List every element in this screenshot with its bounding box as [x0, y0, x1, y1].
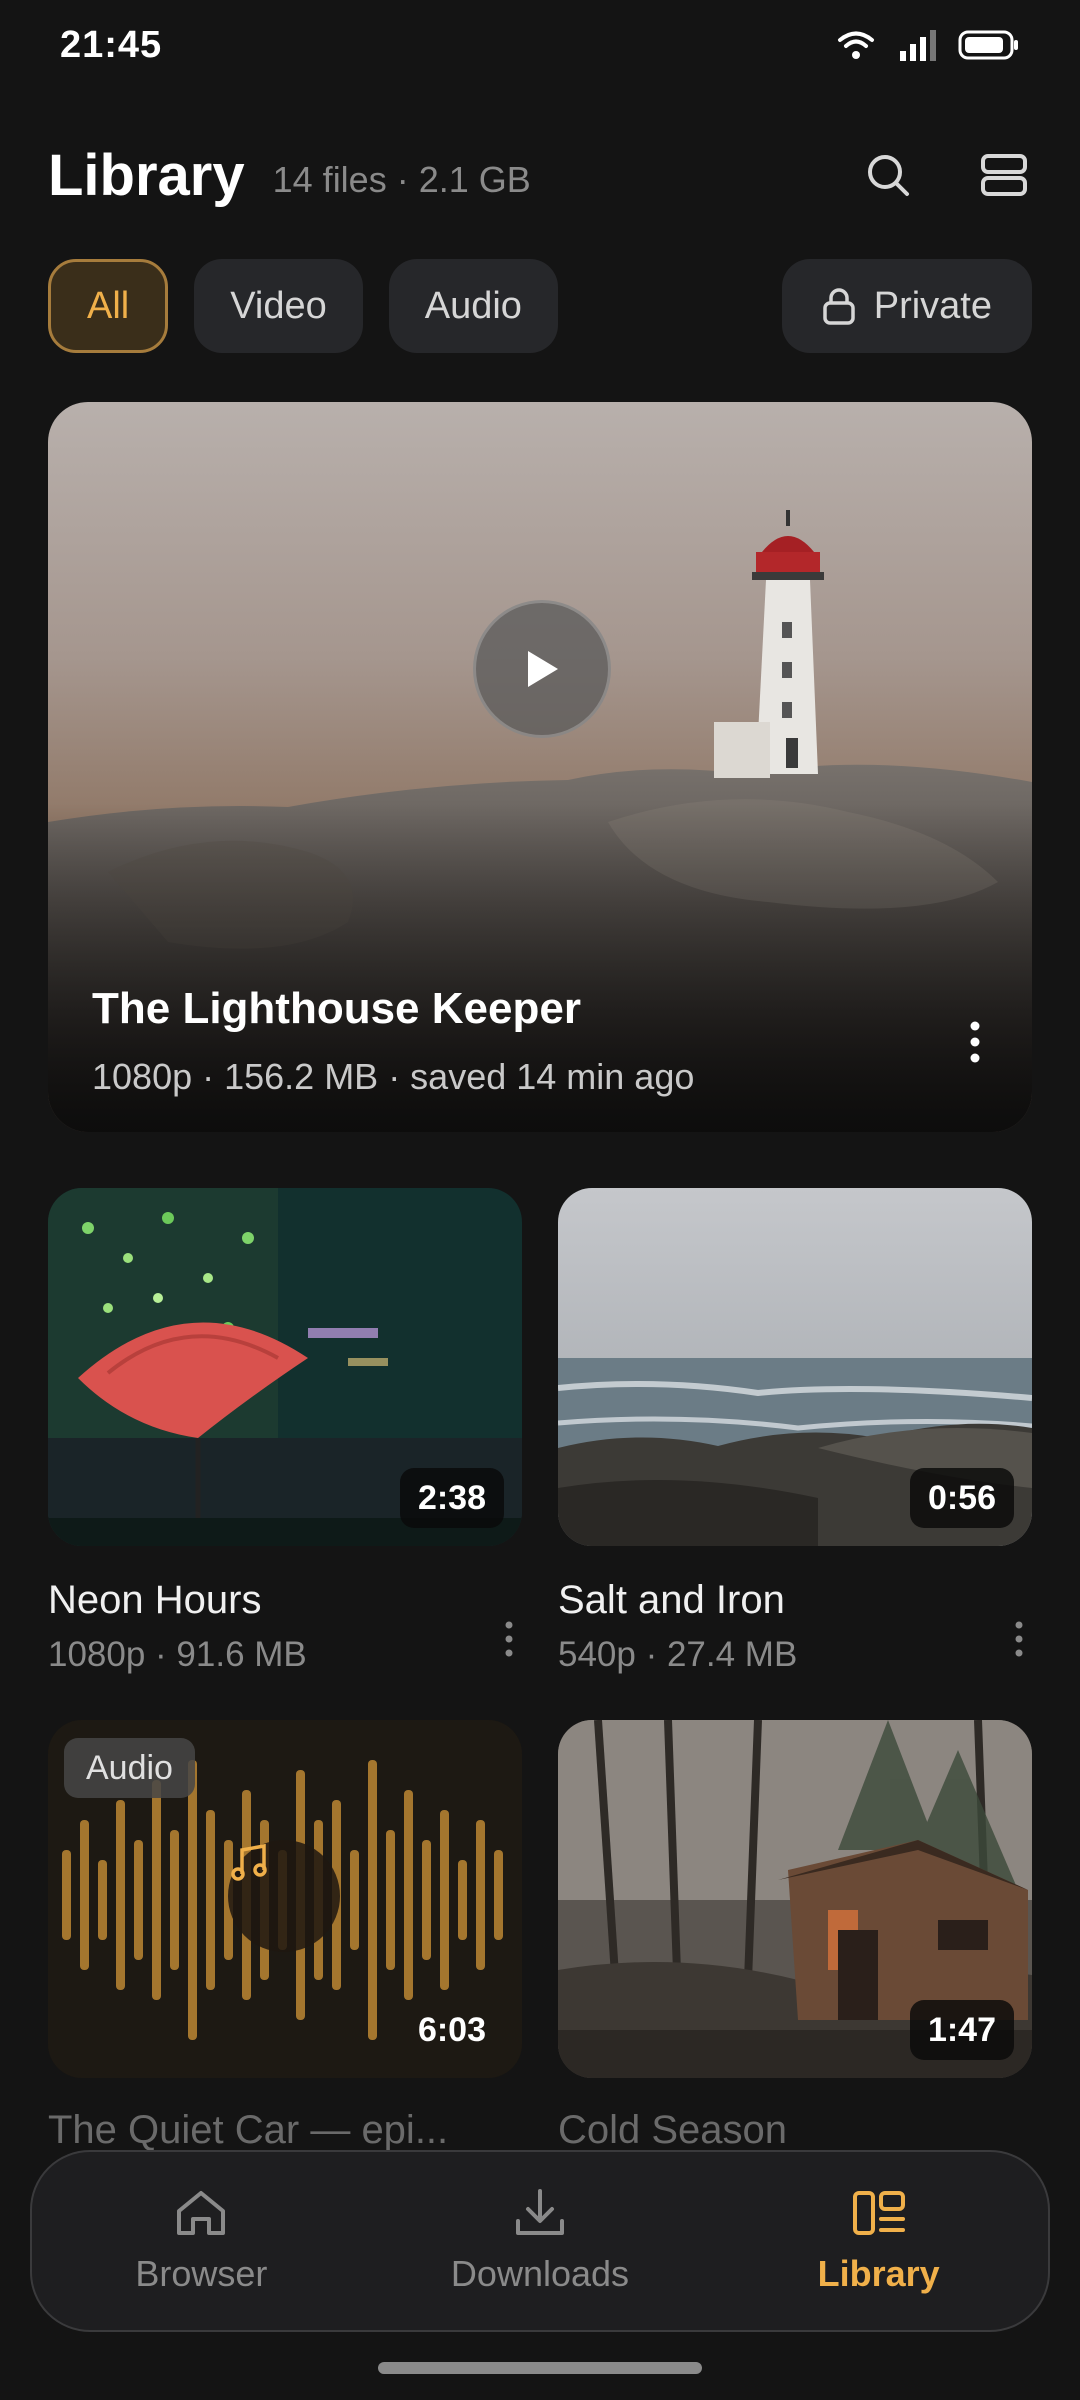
media-meta: 540p · 27.4 MB	[558, 1635, 798, 1674]
media-more-button[interactable]	[1014, 1620, 1024, 1663]
nav-browser[interactable]: Browser	[51, 2187, 351, 2295]
media-title: Neon Hours	[48, 1578, 262, 1622]
media-more-button[interactable]	[504, 1620, 514, 1663]
filter-chips: All Video Audio Private	[48, 258, 1032, 354]
featured-title: The Lighthouse Keeper	[92, 984, 581, 1033]
play-icon	[528, 651, 558, 687]
featured-card[interactable]: The Lighthouse Keeper 1080p · 156.2 MB ·…	[48, 402, 1032, 1132]
more-vertical-icon	[505, 1621, 513, 1657]
featured-more-button[interactable]	[968, 1020, 982, 1069]
music-note-badge	[228, 1840, 340, 1952]
page-title: Library	[48, 142, 245, 208]
play-button[interactable]	[473, 600, 611, 738]
duration-badge: 2:38	[399, 1468, 504, 1528]
home-indicator[interactable]	[378, 2362, 702, 2374]
music-note-icon	[231, 1843, 267, 1881]
nav-label: Library	[817, 2253, 940, 2294]
search-button[interactable]	[860, 147, 916, 203]
media-title: Cold Season	[558, 2108, 788, 2152]
signal-icon	[900, 30, 936, 61]
duration-badge: 6:03	[417, 2010, 486, 2049]
media-card[interactable]: 2:38 Neon Hours 1080p · 91.6 MB	[48, 1188, 522, 1675]
filter-all-chip[interactable]: All	[48, 259, 169, 353]
home-icon	[177, 2191, 226, 2235]
media-card[interactable]: 1:47	[558, 1720, 1032, 2078]
media-card[interactable]: 0:56 Salt and Iron 540p · 27.4 MB	[558, 1188, 1032, 1675]
status-time: 21:45	[60, 23, 163, 66]
status-bar: 21:45	[0, 0, 1080, 90]
media-thumbnail: 2:38	[48, 1188, 522, 1546]
media-title: The Quiet Car — epi...	[48, 2108, 449, 2152]
list-view-icon	[981, 154, 1027, 196]
header: Library 14 files · 2.1 GB	[48, 130, 1032, 220]
nav-library[interactable]: Library	[729, 2187, 1029, 2295]
media-card[interactable]: Audio 6:03	[48, 1720, 522, 2078]
more-vertical-icon	[1015, 1621, 1023, 1657]
filter-video-chip[interactable]: Video	[194, 259, 363, 353]
nav-downloads[interactable]: Downloads	[390, 2187, 690, 2295]
status-icons	[836, 29, 1020, 61]
private-label: Private	[873, 284, 992, 327]
nav-label: Downloads	[450, 2253, 630, 2294]
more-vertical-icon	[970, 1021, 980, 1063]
media-meta: 1080p · 91.6 MB	[48, 1635, 307, 1674]
library-summary: 14 files · 2.1 GB	[272, 159, 531, 200]
battery-icon	[958, 30, 1018, 60]
filter-audio-chip[interactable]: Audio	[388, 259, 558, 353]
view-toggle-button[interactable]	[976, 147, 1032, 203]
audio-badge: Audio	[64, 1738, 195, 1798]
nav-label: Browser	[135, 2253, 268, 2294]
library-icon	[852, 2191, 905, 2235]
search-icon	[868, 155, 909, 196]
media-thumbnail: 0:56	[558, 1188, 1032, 1546]
bottom-nav: Browser Downloads Library	[30, 2150, 1050, 2332]
media-title: Salt and Iron	[558, 1578, 785, 1622]
media-thumbnail: 1:47	[558, 1720, 1032, 2078]
download-icon	[515, 2189, 564, 2235]
private-chip[interactable]: Private	[781, 259, 1032, 353]
wifi-icon	[838, 31, 874, 59]
duration-badge: 0:56	[909, 1468, 1014, 1528]
audio-thumbnail: Audio 6:03	[48, 1720, 522, 2078]
duration-badge: 1:47	[909, 2000, 1014, 2060]
featured-meta: 1080p · 156.2 MB · saved 14 min ago	[92, 1056, 695, 1097]
lock-icon	[822, 288, 855, 325]
